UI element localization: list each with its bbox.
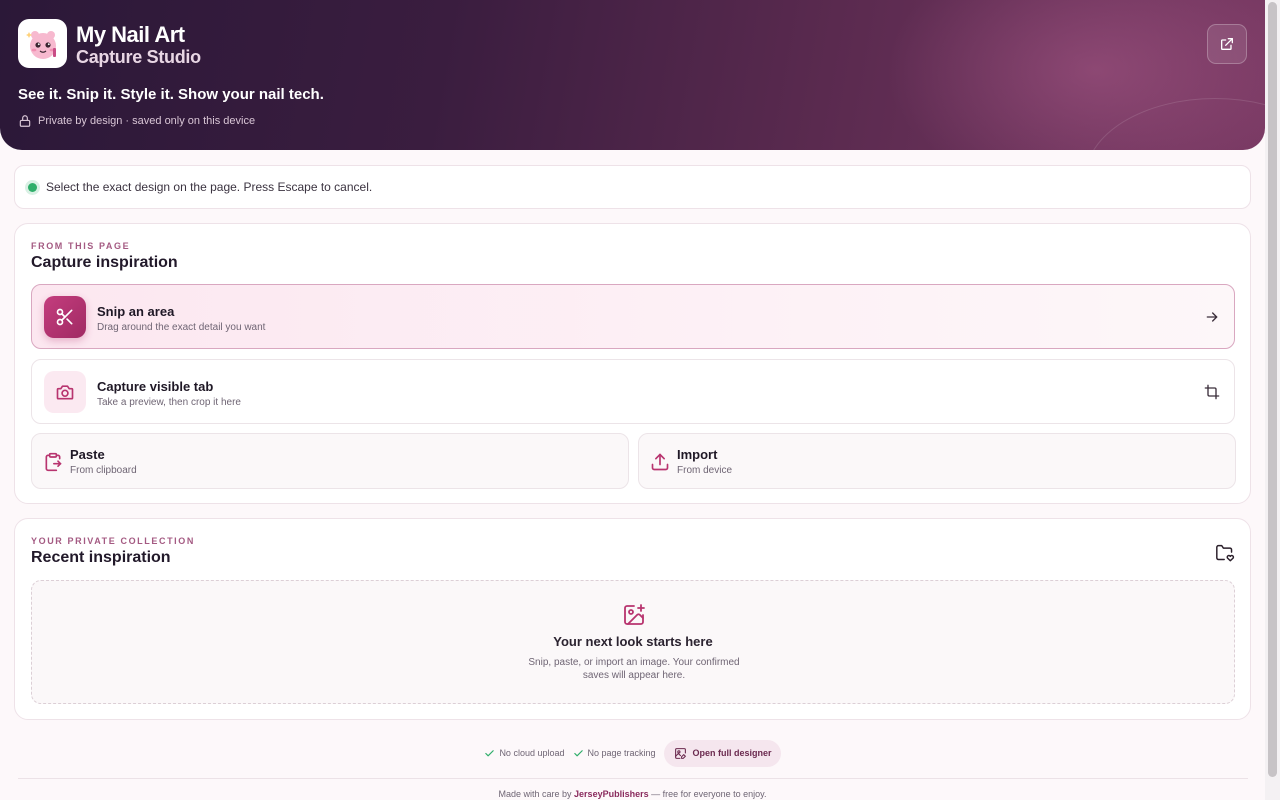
recent-eyebrow: YOUR PRIVATE COLLECTION (31, 536, 195, 546)
snip-arrow (1202, 307, 1222, 327)
visible-tab-crop (1202, 382, 1222, 402)
tagline: See it. Snip it. Style it. Show your nai… (18, 86, 324, 103)
snip-title: Snip an area (97, 304, 175, 319)
capture-eyebrow: FROM THIS PAGE (31, 241, 131, 251)
visible-tab-subtitle: Take a preview, then crop it here (97, 397, 241, 408)
camera-icon (56, 385, 74, 400)
check-icon (573, 749, 583, 756)
status-banner: Select the exact design on the page. Pre… (14, 165, 1251, 209)
snip-icon-tile (44, 296, 86, 338)
footer-credits: Made with care by JerseyPublishers — fre… (0, 789, 1265, 799)
app-subtitle: Capture Studio (76, 47, 201, 67)
open-full-designer-label: Open full designer (692, 748, 772, 758)
scrollbar-thumb[interactable] (1268, 2, 1277, 777)
credits-brand-link[interactable]: JerseyPublishers (574, 789, 649, 799)
camera-icon-tile (44, 371, 86, 413)
image-edit-icon (674, 747, 686, 759)
snip-area-button[interactable]: Snip an area Drag around the exact detai… (31, 284, 1235, 349)
import-subtitle: From device (677, 465, 733, 476)
recent-card: YOUR PRIVATE COLLECTION Recent inspirati… (14, 518, 1251, 720)
empty-state-title: Your next look starts here (553, 634, 713, 649)
empty-state-subtitle: Snip, paste, or import an image. Your co… (528, 657, 740, 681)
open-full-designer-button[interactable]: Open full designer (663, 739, 781, 767)
no-cloud-text: No cloud upload (499, 748, 565, 758)
upload-icon (651, 453, 669, 471)
status-indicator (28, 182, 37, 192)
paste-icon-wrap (42, 451, 64, 473)
lock-icon (19, 115, 31, 127)
footer-divider (18, 778, 1248, 779)
open-in-new-window-button[interactable] (1207, 24, 1247, 64)
clipboard-icon (45, 452, 62, 472)
paste-subtitle: From clipboard (70, 465, 137, 476)
credits-suffix: — free for everyone to enjoy. (651, 789, 767, 799)
app-logo (18, 19, 67, 68)
check-icon (485, 749, 495, 756)
app-title: My Nail Art (76, 22, 185, 47)
image-plus-icon (624, 604, 645, 625)
import-title: Import (677, 447, 718, 462)
arrow-right-icon (1206, 312, 1218, 322)
no-cloud-badge: No cloud upload (484, 748, 565, 759)
capture-title: Capture inspiration (31, 254, 178, 271)
no-tracking-text: No page tracking (587, 748, 656, 758)
external-link-icon (1221, 38, 1233, 50)
app-header: My Nail Art Capture Studio See it. Snip … (0, 0, 1265, 150)
recent-empty-state: Your next look starts here Snip, paste, … (31, 580, 1235, 704)
mascot-logo-icon (25, 30, 56, 59)
snip-subtitle: Drag around the exact detail you want (97, 322, 266, 333)
import-button[interactable]: Import From device (638, 433, 1236, 489)
status-message: Select the exact design on the page. Pre… (46, 180, 373, 194)
paste-button[interactable]: Paste From clipboard (31, 433, 629, 489)
footer-badges: No cloud upload No page tracking Open fu… (0, 738, 1265, 768)
capture-visible-tab-button[interactable]: Capture visible tab Take a preview, then… (31, 359, 1235, 424)
privacy-note: Private by design · saved only on this d… (18, 114, 255, 128)
crop-icon (1204, 384, 1220, 400)
credits-prefix: Made with care by (498, 789, 572, 799)
no-tracking-badge: No page tracking (573, 748, 656, 759)
paste-title: Paste (70, 447, 105, 462)
folder-heart-icon (1216, 544, 1235, 562)
privacy-note-text: Private by design · saved only on this d… (38, 115, 256, 127)
import-icon-wrap (649, 451, 671, 473)
capture-card: FROM THIS PAGE Capture inspiration Snip … (14, 223, 1251, 504)
page-scrollbar[interactable] (1265, 0, 1280, 800)
visible-tab-title: Capture visible tab (97, 379, 214, 394)
recent-title: Recent inspiration (31, 549, 171, 566)
open-collection-button[interactable] (1214, 543, 1236, 563)
scissors-icon (56, 308, 73, 326)
